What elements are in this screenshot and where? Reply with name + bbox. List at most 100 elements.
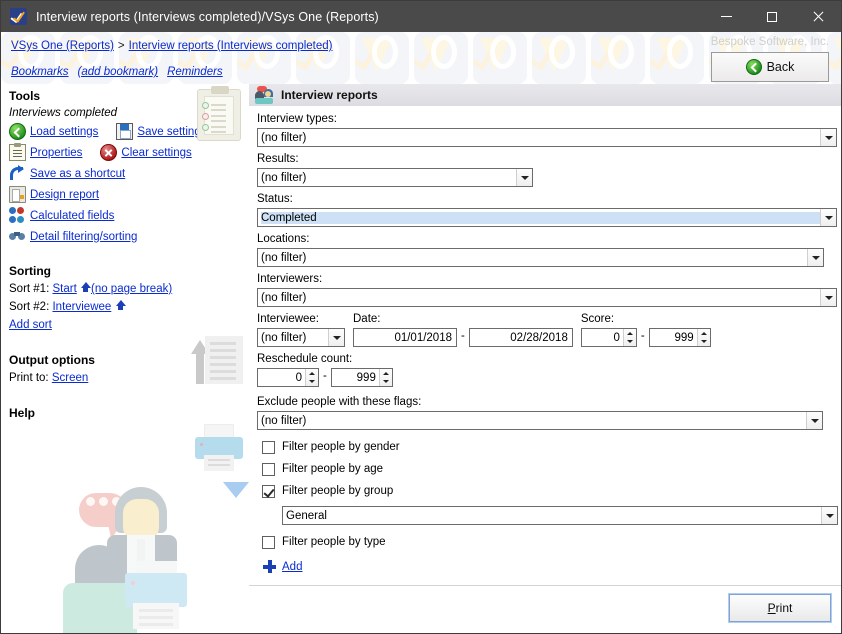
score-min-stepper[interactable]: 0: [581, 328, 637, 347]
filter-by-type-checkbox[interactable]: [262, 536, 275, 549]
design-report-link[interactable]: Design report: [30, 189, 99, 201]
status-value: Completed: [261, 212, 820, 224]
tools-row-1: Load settings Save settings: [9, 121, 249, 142]
breadcrumb-current-link[interactable]: Interview reports (Interviews completed): [129, 40, 333, 52]
add-link[interactable]: Add: [282, 561, 302, 573]
interviewee-select[interactable]: (no filter): [257, 328, 345, 347]
shortcut-icon: [9, 165, 26, 182]
print-to-value-link[interactable]: Screen: [52, 372, 88, 384]
spinner-down-icon[interactable]: [698, 338, 710, 347]
save-icon: [116, 123, 133, 140]
date-range-field: Date: 01/01/2018 - 02/28/2018: [353, 312, 573, 347]
print-button-label: rint: [776, 601, 793, 615]
spinner-buttons[interactable]: [305, 369, 318, 386]
reschedule-min-stepper[interactable]: 0: [257, 368, 319, 387]
close-button[interactable]: [795, 1, 841, 32]
output-options-heading: Output options: [9, 352, 249, 369]
breadcrumb-root-link[interactable]: VSys One (Reports): [11, 40, 114, 52]
sort-2-ascending-icon[interactable]: [115, 300, 126, 311]
interview-types-select[interactable]: (no filter): [257, 128, 837, 147]
calculated-fields-link[interactable]: Calculated fields: [30, 210, 114, 222]
filter-by-age-row[interactable]: Filter people by age: [262, 458, 833, 480]
minimize-button[interactable]: [703, 1, 749, 32]
spinner-down-icon[interactable]: [624, 338, 636, 347]
spinner-down-icon[interactable]: [306, 378, 318, 387]
print-to-row: Print to: Screen: [9, 369, 249, 387]
filter-by-gender-row[interactable]: Filter people by gender: [262, 436, 833, 458]
filter-by-group-label: Filter people by group: [282, 485, 393, 497]
group-select[interactable]: General: [282, 506, 838, 525]
back-button-label: Back: [767, 60, 795, 74]
save-as-shortcut-link[interactable]: Save as a shortcut: [30, 168, 125, 180]
score-max-stepper[interactable]: 999: [649, 328, 711, 347]
score-range-field: Score: 0 - 999: [581, 312, 711, 347]
chevron-down-icon[interactable]: [806, 412, 822, 429]
date-to-input[interactable]: 02/28/2018: [469, 328, 573, 347]
spinner-down-icon[interactable]: [380, 378, 392, 387]
add-sort-link[interactable]: Add sort: [9, 319, 52, 331]
clear-settings-link[interactable]: Clear settings: [121, 147, 191, 159]
detail-filtering-sorting-link[interactable]: Detail filtering/sorting: [30, 231, 137, 243]
sort-2-row: Sort #2: Interviewee: [9, 298, 249, 316]
interviewee-date-score-row: Interviewee: (no filter) Date: 01/01/201…: [257, 312, 833, 347]
chevron-down-icon[interactable]: [820, 289, 836, 306]
status-select[interactable]: Completed: [257, 208, 837, 227]
date-from-value: 01/01/2018: [354, 332, 456, 344]
results-select[interactable]: (no filter): [257, 168, 533, 187]
filter-by-age-checkbox[interactable]: [262, 463, 275, 476]
filter-by-group-row[interactable]: Filter people by group: [262, 480, 833, 502]
properties-link[interactable]: Properties: [30, 147, 82, 159]
sort-1-field-link[interactable]: Start: [52, 283, 76, 295]
results-label: Results:: [257, 152, 833, 167]
chevron-down-icon[interactable]: [807, 249, 823, 266]
tools-row-4: Design report: [9, 184, 249, 205]
interview-types-label: Interview types:: [257, 112, 833, 127]
save-settings-link[interactable]: Save settings: [137, 126, 206, 138]
add-bookmark-link[interactable]: (add bookmark): [78, 66, 159, 78]
locations-value: (no filter): [261, 252, 807, 264]
chevron-down-icon[interactable]: [820, 129, 836, 146]
spinner-buttons[interactable]: [623, 329, 636, 346]
spinner-up-icon[interactable]: [698, 329, 710, 338]
print-button[interactable]: Print: [729, 594, 831, 622]
window-title: Interview reports (Interviews completed)…: [36, 10, 379, 24]
maximize-button[interactable]: [749, 1, 795, 32]
chevron-down-icon[interactable]: [328, 329, 344, 346]
chevron-down-icon[interactable]: [516, 169, 532, 186]
date-from-input[interactable]: 01/01/2018: [353, 328, 457, 347]
load-icon: [9, 123, 26, 140]
reminders-link[interactable]: Reminders: [167, 66, 223, 78]
back-button[interactable]: Back: [711, 52, 829, 82]
locations-label: Locations:: [257, 232, 833, 247]
spinner-buttons[interactable]: [697, 329, 710, 346]
filter-by-gender-checkbox[interactable]: [262, 441, 275, 454]
exclude-flags-label: Exclude people with these flags:: [257, 395, 833, 410]
group-value: General: [286, 510, 821, 522]
filter-by-gender-label: Filter people by gender: [282, 441, 400, 453]
add-filter-row[interactable]: Add: [263, 560, 833, 573]
locations-select[interactable]: (no filter): [257, 248, 824, 267]
bookmarks-link[interactable]: Bookmarks: [11, 66, 69, 78]
interviewers-select[interactable]: (no filter): [257, 288, 837, 307]
load-settings-link[interactable]: Load settings: [30, 126, 98, 138]
vsys-check-icon: [10, 8, 27, 25]
tools-row-5: Calculated fields: [9, 205, 249, 226]
clear-icon: [100, 144, 117, 161]
reschedule-max-stepper[interactable]: 999: [331, 368, 393, 387]
chevron-down-icon[interactable]: [820, 209, 836, 226]
minimize-icon: [721, 16, 732, 17]
chevron-down-icon[interactable]: [821, 507, 837, 524]
spinner-buttons[interactable]: [379, 369, 392, 386]
plus-icon: [263, 560, 276, 573]
filter-by-age-label: Filter people by age: [282, 463, 383, 475]
sort-2-field-link[interactable]: Interviewee: [52, 301, 111, 313]
spinner-up-icon[interactable]: [306, 369, 318, 378]
spinner-up-icon[interactable]: [624, 329, 636, 338]
filter-by-type-row[interactable]: Filter people by type: [262, 531, 833, 553]
filter-by-group-checkbox[interactable]: [262, 485, 275, 498]
sort-1-pagebreak-link[interactable]: (no page break): [91, 283, 172, 295]
spinner-up-icon[interactable]: [380, 369, 392, 378]
exclude-flags-select[interactable]: (no filter): [257, 411, 823, 430]
tools-row-2: Properties Clear settings: [9, 142, 249, 163]
sort-1-ascending-icon[interactable]: [80, 282, 91, 293]
